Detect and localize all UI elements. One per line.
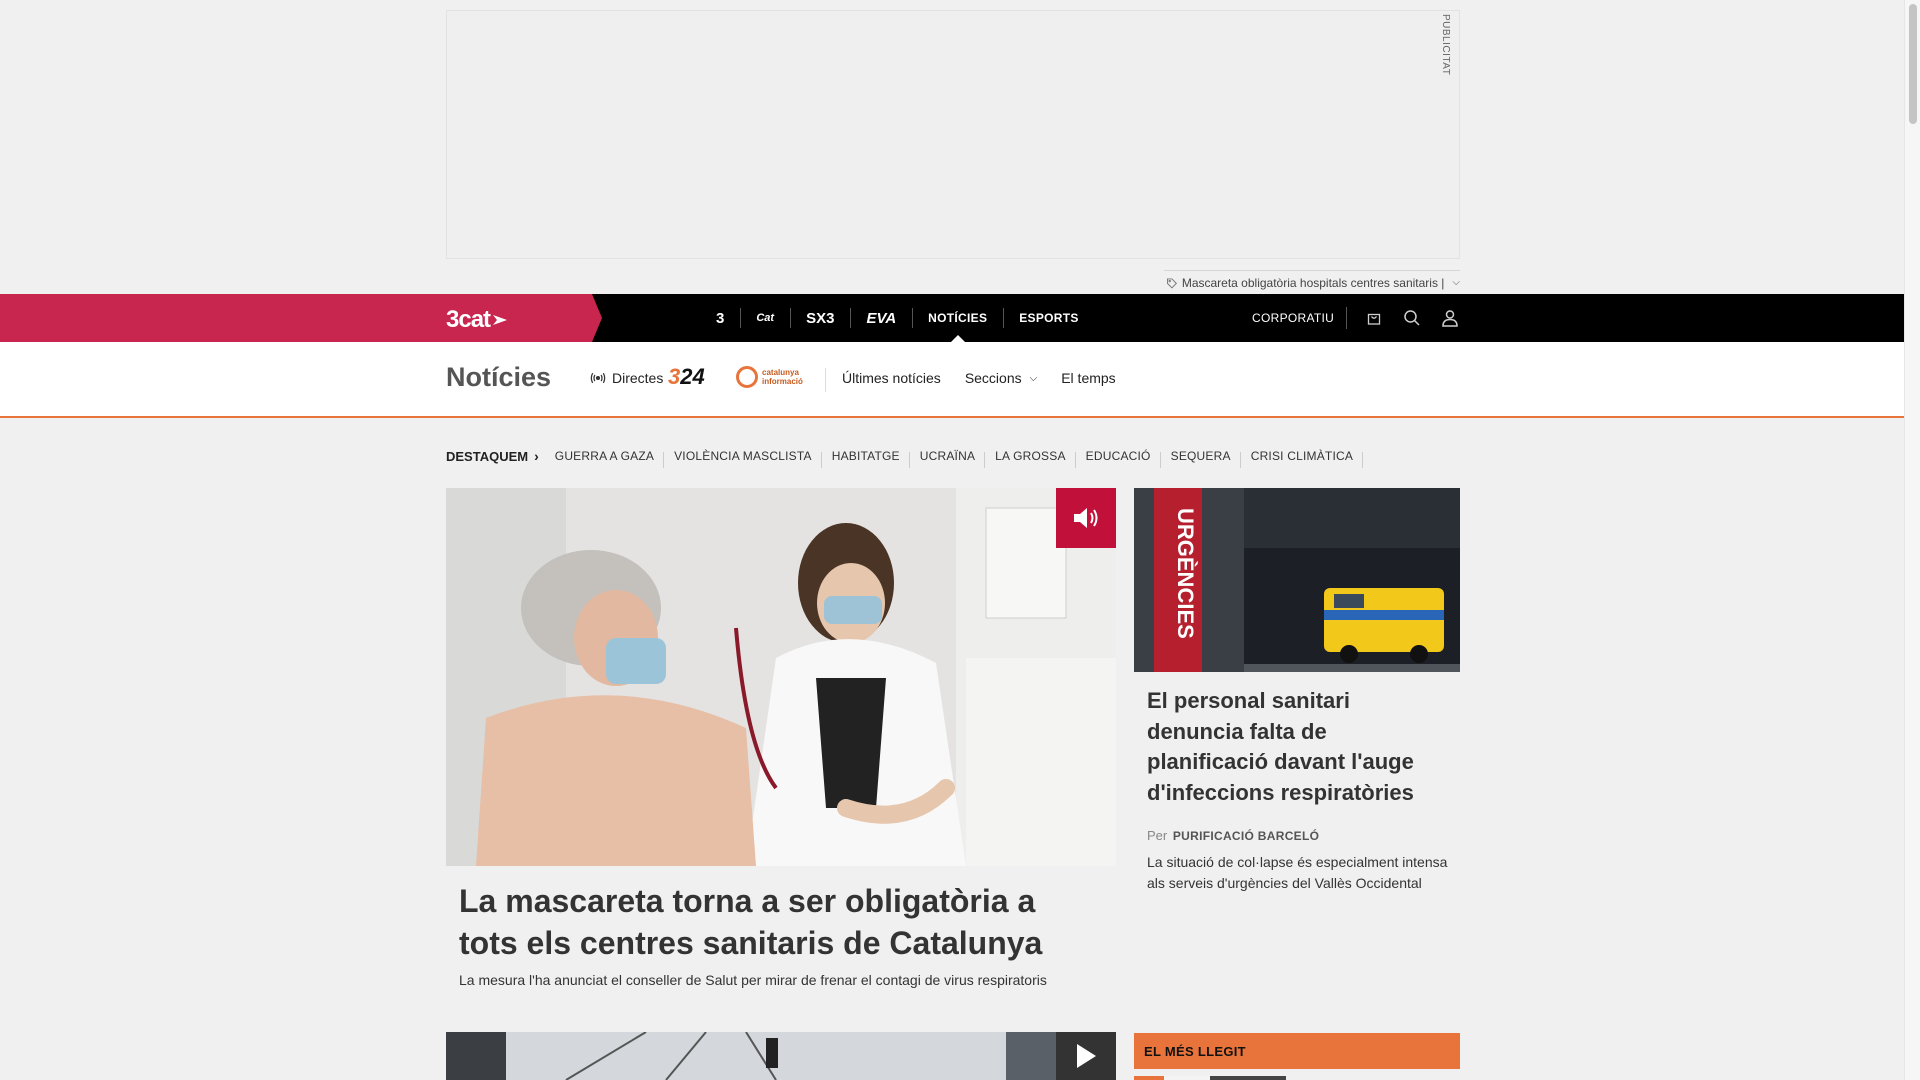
chevron-down-icon: ⌵ [1029, 372, 1038, 384]
channel-catradio-label: Cat [756, 312, 775, 324]
channel-esports-label: ESPORTS [1019, 311, 1079, 325]
audio-badge[interactable] [1056, 488, 1116, 548]
main-story-title[interactable]: La mascareta torna a ser obligatòria a t… [459, 880, 1099, 964]
section-title[interactable]: Notícies [446, 362, 551, 393]
channel-catradio[interactable]: Cat [740, 294, 790, 342]
logo-324-part-a: 3 [668, 364, 681, 389]
trending-bar: DESTAQUEM › GUERRA A GAZA VIOLÈNCIA MASC… [446, 444, 1364, 468]
side-story-image[interactable]: URGÈNCIES [1134, 488, 1460, 672]
most-read-thumb[interactable] [1164, 1076, 1210, 1080]
section-links: Últimes notícies Seccions ⌵ El temps [842, 370, 1140, 386]
ad-banner[interactable] [446, 10, 1460, 259]
ultimes-noticies-link[interactable]: Últimes notícies [842, 370, 941, 386]
catinfo-line2: informació [762, 377, 803, 386]
author-prefix: Per [1147, 828, 1168, 843]
directes-link[interactable]: Directes [590, 370, 663, 386]
trending-item[interactable]: SEQUERA [1161, 449, 1241, 468]
shopping-bag-icon[interactable] [1363, 307, 1385, 329]
brand-strip [0, 294, 602, 342]
trending-item[interactable]: UCRAÏNA [910, 449, 986, 468]
urgencies-sign-text: URGÈNCIES [1173, 508, 1198, 639]
channel-sx3-label: SX3 [806, 309, 835, 327]
seccions-label: Seccions [964, 370, 1022, 386]
most-read-thumb[interactable] [1210, 1076, 1286, 1080]
brand-logo-text: 3cat [446, 306, 491, 333]
nav-icons [1346, 294, 1477, 342]
side-story-subtitle: La situació de col·lapse és especialment… [1147, 854, 1448, 891]
nav-divider [1346, 307, 1347, 329]
side-story-title[interactable]: El personal sanitari denuncia falta de p… [1147, 686, 1447, 808]
top-navigation: 3cat 3 Cat SX3 EVA NOTÍCIES ESPORTS CORP… [0, 294, 1904, 342]
brand-arrow-icon [493, 315, 508, 325]
channel-noticies-label: NOTÍCIES [928, 311, 988, 325]
trending-tagline[interactable]: Mascareta obligatòria hospitals centres … [1164, 270, 1460, 294]
channel-sx3[interactable]: SX3 [790, 294, 850, 342]
el-temps-link[interactable]: El temps [1061, 370, 1115, 386]
most-read-thumbs [1134, 1076, 1460, 1080]
trending-item[interactable]: EDUCACIÓ [1076, 449, 1161, 468]
page-scrollbar[interactable] [1904, 0, 1920, 1080]
trending-item[interactable]: GUERRA A GAZA [545, 449, 665, 468]
second-story-photo [446, 1032, 1116, 1080]
main-story-card[interactable]: La mascareta torna a ser obligatòria a t… [446, 488, 1116, 1004]
play-badge[interactable] [1056, 1032, 1116, 1080]
destaquem-label[interactable]: DESTAQUEM › [446, 448, 539, 464]
side-story-author: Per PURIFICACIÓ BARCELÓ [1147, 828, 1319, 843]
play-icon [1077, 1044, 1096, 1068]
channel-esports[interactable]: ESPORTS [1003, 294, 1094, 342]
catinfo-circle-icon [736, 366, 758, 388]
user-icon[interactable] [1439, 307, 1461, 329]
side-story-photo: URGÈNCIES [1134, 488, 1460, 672]
channel-list: 3 Cat SX3 EVA NOTÍCIES ESPORTS [700, 294, 1095, 342]
seccions-dropdown[interactable]: Seccions ⌵ [965, 370, 1037, 386]
main-story-photo [446, 488, 1116, 866]
most-read-thumb[interactable] [1134, 1076, 1164, 1080]
chevron-down-icon[interactable]: ⌵ [1452, 277, 1460, 288]
most-read-header: EL MÉS LLEGIT [1134, 1033, 1460, 1069]
ad-zone: PUBLICITAT Mascareta obligatòria hospita… [0, 0, 1904, 294]
catinfo-words: catalunya informació [762, 368, 803, 386]
section-header: Notícies Directes 3 24 catalunya informac… [0, 342, 1904, 418]
tag-icon [1166, 277, 1178, 288]
brand-logo[interactable]: 3cat [446, 306, 508, 334]
channel-eva[interactable]: EVA [850, 294, 912, 342]
main-story-subtitle: La mesura l'ha anunciat el conseller de … [459, 972, 1047, 988]
corporatiu-link[interactable]: CORPORATIU [1252, 294, 1334, 342]
tagline-text: Mascareta obligatòria hospitals centres … [1181, 275, 1445, 290]
channel-noticies[interactable]: NOTÍCIES [912, 294, 1003, 342]
catinfo-line1: catalunya [762, 368, 799, 377]
trending-item[interactable]: LA GROSSA [985, 449, 1076, 468]
logo-324[interactable]: 3 24 [668, 364, 705, 390]
chevron-right-icon: › [534, 448, 539, 464]
live-broadcast-icon [590, 372, 606, 384]
second-story-image[interactable] [446, 1032, 1116, 1080]
channel-tv3-label: 3 [716, 309, 725, 327]
directes-label: Directes [612, 370, 664, 386]
section-divider [825, 368, 826, 392]
trending-item[interactable]: HABITATGE [822, 449, 910, 468]
channel-eva-label: EVA [866, 309, 897, 327]
speaker-icon [1074, 508, 1098, 528]
logo-324-part-b: 24 [680, 364, 705, 389]
search-icon[interactable] [1401, 307, 1423, 329]
trending-item[interactable]: VIOLÈNCIA MASCLISTA [664, 449, 822, 468]
trending-item[interactable]: CRISI CLIMÀTICA [1241, 449, 1364, 468]
destaquem-text: DESTAQUEM [446, 448, 529, 464]
scrollbar-thumb[interactable] [1909, 4, 1917, 124]
channel-tv3[interactable]: 3 [700, 294, 740, 342]
logo-catalunya-informacio[interactable]: catalunya informació [736, 366, 803, 388]
main-story-image[interactable] [446, 488, 1116, 866]
author-name[interactable]: PURIFICACIÓ BARCELÓ [1173, 829, 1319, 843]
side-story-card[interactable]: URGÈNCIES El personal sanitari denuncia … [1134, 488, 1460, 908]
ad-label: PUBLICITAT [1440, 14, 1451, 76]
